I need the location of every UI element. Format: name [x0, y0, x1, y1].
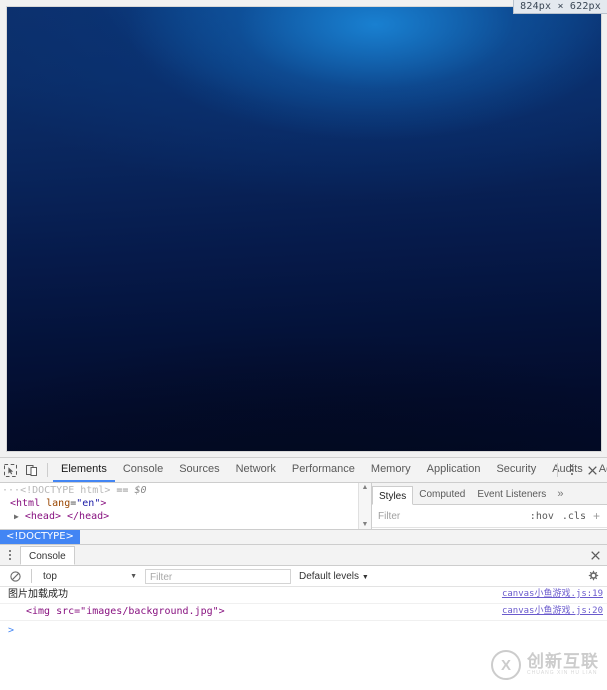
watermark: X 创新互联 CHUANG XIN HU LIAN [491, 650, 599, 680]
tab-network[interactable]: Network [228, 458, 284, 482]
chevron-down-icon: ▼ [130, 572, 137, 580]
devtools-tab-list: Elements Console Sources Network Perform… [53, 458, 607, 482]
dom-tree-scrollbar[interactable]: ▲ ▼ [358, 483, 371, 529]
toggle-class-button[interactable]: .cls [558, 511, 590, 522]
tab-event-listeners[interactable]: Event Listeners [471, 485, 552, 504]
console-filter-input[interactable]: Filter [145, 568, 291, 584]
console-message-text: <img src="images/background.jpg"> [26, 606, 225, 617]
toggle-hover-states-button[interactable]: :hov [526, 511, 558, 522]
tab-console[interactable]: Console [115, 458, 171, 482]
drawer-kebab-menu-icon[interactable] [0, 545, 20, 565]
dom-expand-triangle-icon[interactable]: ▶ [14, 512, 19, 521]
dom-row-doctype[interactable]: ···<!DOCTYPE html> == $0 [2, 484, 371, 497]
dom-tree-pane[interactable]: ···<!DOCTYPE html> == $0 <html lang="en"… [0, 483, 372, 529]
console-levels-label: Default levels [299, 570, 360, 582]
console-prompt-input[interactable] [14, 624, 603, 636]
tab-sources[interactable]: Sources [171, 458, 227, 482]
dom-tree: ···<!DOCTYPE html> == $0 <html lang="en"… [0, 483, 371, 523]
close-icon[interactable] [581, 460, 603, 481]
console-context-label: top [43, 570, 57, 582]
dom-html-value: "en" [76, 498, 101, 509]
kebab-menu-icon[interactable] [563, 460, 581, 481]
watermark-chinese: 创新互联 [527, 652, 599, 671]
devtools-panel: Elements Console Sources Network Perform… [0, 457, 607, 690]
console-message-text: 图片加载成功 [8, 589, 68, 600]
page-canvas-background [6, 6, 602, 452]
console-toolbar-divider [31, 569, 32, 583]
viewport-size-badge: 824px × 622px [513, 0, 607, 14]
console-log-levels-selector[interactable]: Default levels ▼ [299, 571, 369, 582]
dom-html-close: > [100, 498, 107, 509]
devtools-toolbar-actions [552, 460, 607, 481]
breadcrumb-item-doctype[interactable]: <!DOCTYPE> [0, 530, 80, 544]
watermark-pinyin: CHUANG XIN HU LIAN [527, 670, 598, 676]
console-context-selector[interactable]: top ▼ [37, 568, 141, 584]
inspect-cursor-icon[interactable] [0, 460, 21, 481]
tab-styles[interactable]: Styles [372, 486, 414, 505]
scroll-down-icon[interactable]: ▼ [362, 520, 369, 529]
console-message-source-link[interactable]: canvas小鱼游戏.js:20 [502, 605, 603, 618]
drawer-tab-bar: Console [0, 545, 607, 566]
dom-selected-marker: == $0 [116, 485, 147, 496]
elements-panel: ···<!DOCTYPE html> == $0 <html lang="en"… [0, 483, 607, 530]
console-message-source-link[interactable]: canvas小鱼游戏.js:19 [502, 588, 603, 601]
dom-ellipsis: ··· [2, 485, 21, 496]
levels-chevron-down-icon: ▼ [361, 573, 369, 581]
device-toolbar-icon[interactable] [21, 460, 42, 481]
drawer-close-icon[interactable] [583, 545, 607, 565]
new-style-rule-button[interactable]: + [590, 509, 603, 523]
tab-application[interactable]: Application [419, 458, 489, 482]
console-toolbar: top ▼ Filter Default levels ▼ [0, 566, 607, 587]
breadcrumb: <!DOCTYPE> [0, 530, 607, 545]
tab-performance[interactable]: Performance [284, 458, 363, 482]
watermark-logo-icon: X [491, 650, 521, 680]
tab-security[interactable]: Security [488, 458, 544, 482]
dom-doctype: <!DOCTYPE html> [20, 485, 111, 496]
styles-pane: Styles Computed Event Listeners » Filter… [372, 483, 607, 529]
clear-console-icon[interactable] [4, 566, 26, 586]
tab-memory[interactable]: Memory [363, 458, 419, 482]
console-message[interactable]: <img src="images/background.jpg"> canvas… [0, 604, 607, 621]
drawer-tab-console[interactable]: Console [20, 546, 75, 565]
toolbar-divider-right [557, 463, 558, 477]
dom-html-open: <html [10, 498, 41, 509]
scroll-up-icon[interactable]: ▲ [362, 483, 369, 492]
styles-tab-list: Styles Computed Event Listeners » [372, 483, 607, 505]
dom-row-html[interactable]: <html lang="en"> [2, 497, 371, 510]
styles-filter-row: Filter :hov .cls + [372, 505, 607, 528]
console-prompt[interactable]: > [0, 621, 607, 637]
watermark-text: 创新互联 CHUANG XIN HU LIAN [527, 653, 599, 677]
tab-computed[interactable]: Computed [413, 485, 471, 504]
styles-overflow-icon[interactable]: » [552, 485, 568, 504]
console-message[interactable]: 图片加载成功 canvas小鱼游戏.js:19 [0, 587, 607, 604]
dom-html-attr: lang [46, 498, 71, 509]
styles-filter-input[interactable]: Filter [378, 511, 526, 522]
dom-head-close: </head> [67, 511, 110, 522]
console-output[interactable]: 图片加载成功 canvas小鱼游戏.js:19 <img src="images… [0, 587, 607, 690]
tab-elements[interactable]: Elements [53, 458, 115, 482]
devtools-toolbar: Elements Console Sources Network Perform… [0, 458, 607, 483]
dom-head-open: <head> [24, 511, 61, 522]
page-viewport: 824px × 622px [0, 0, 607, 457]
toolbar-divider [47, 463, 48, 477]
dom-row-head[interactable]: ▶ <head> </head> [2, 510, 371, 523]
browser-window: 824px × 622px Elements Console Sources N… [0, 0, 607, 690]
gear-icon[interactable] [583, 566, 603, 586]
